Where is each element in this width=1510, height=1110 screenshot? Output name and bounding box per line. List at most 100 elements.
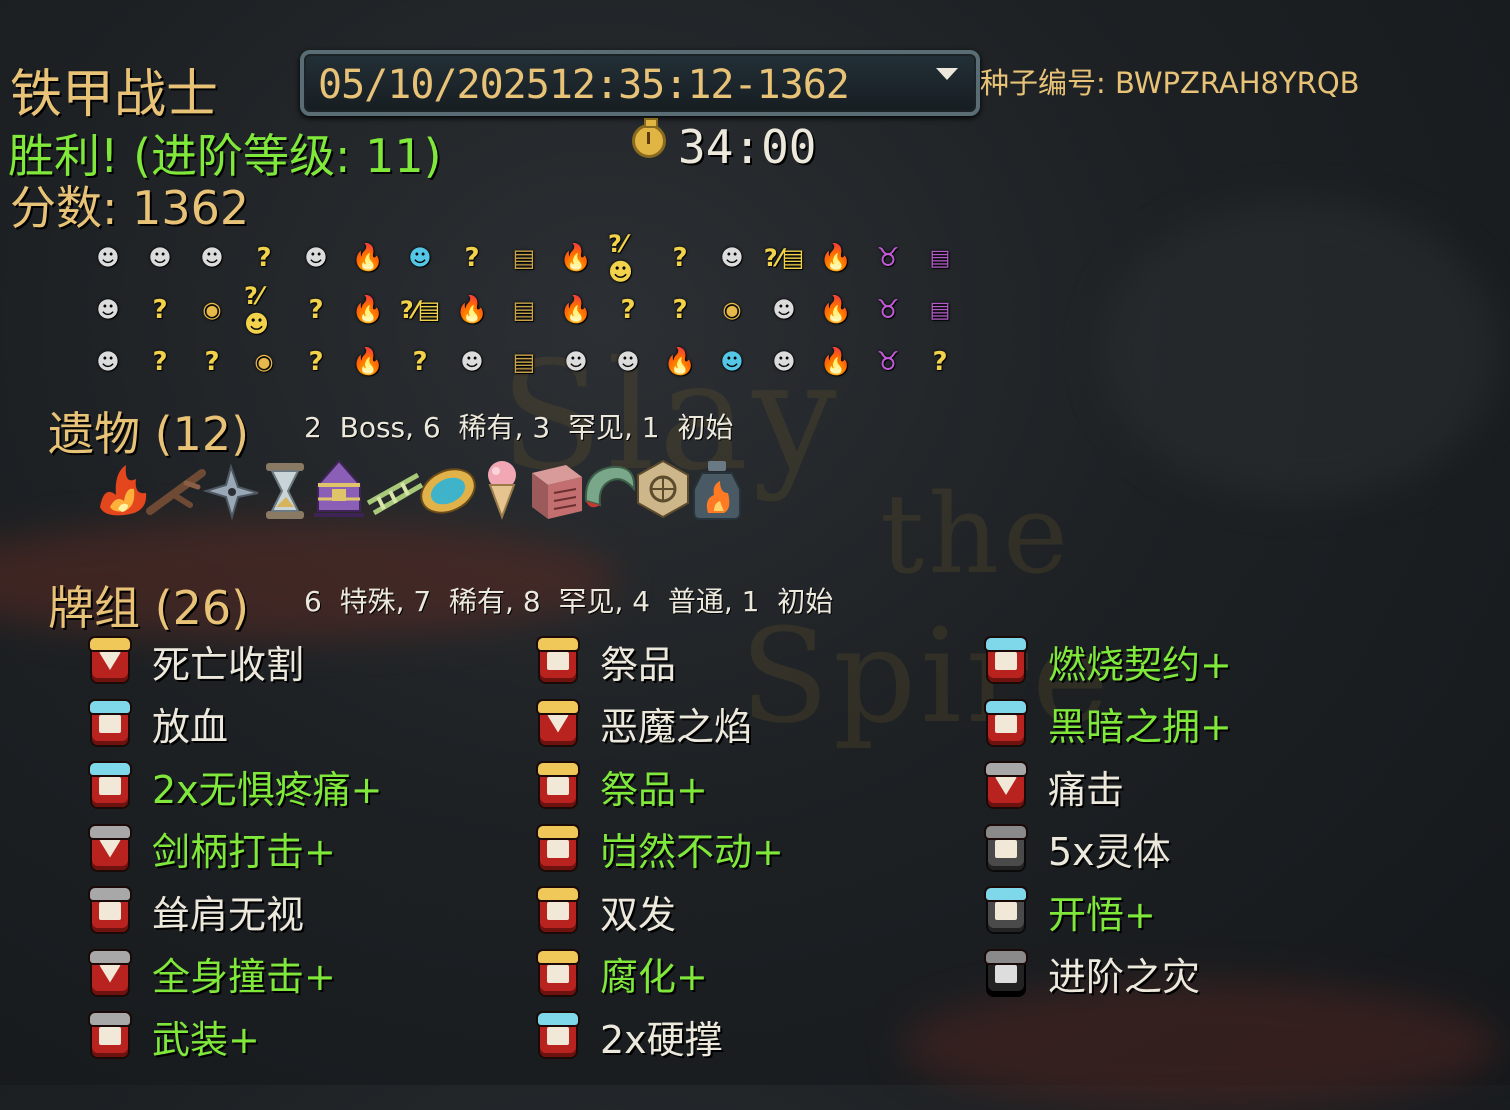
- map-node-treasure-icon[interactable]: ▤: [504, 342, 544, 382]
- map-node-unknown-icon[interactable]: ?: [140, 290, 180, 330]
- map-node-unknown-icon[interactable]: ?: [296, 342, 336, 382]
- map-node-unknown-icon[interactable]: ?: [608, 290, 648, 330]
- map-node-unknown-monster-icon[interactable]: ?⁄☻: [608, 230, 648, 286]
- deck-card[interactable]: 开悟+: [986, 886, 1156, 937]
- card-skill-icon: [986, 638, 1026, 684]
- deck-card[interactable]: 双发: [538, 886, 677, 937]
- map-node-chest-icon[interactable]: ▤: [920, 290, 960, 330]
- map-node-unknown-icon[interactable]: ?: [140, 342, 180, 382]
- map-node-unknown-icon[interactable]: ?: [296, 290, 336, 330]
- deck-card[interactable]: 武装+: [90, 1011, 260, 1062]
- deck-card[interactable]: 祭品: [538, 636, 677, 687]
- map-node-shop-icon[interactable]: ◉: [244, 342, 284, 382]
- map-node-monster-icon[interactable]: ☻: [140, 238, 180, 278]
- map-node-monster-icon[interactable]: ☻: [192, 238, 232, 278]
- card-name: 耸肩无视: [152, 892, 305, 937]
- card-name: 祭品+: [600, 767, 708, 812]
- map-node-rest-icon[interactable]: 🔥: [556, 238, 596, 278]
- map-node-elite-icon[interactable]: ☻: [400, 238, 440, 278]
- map-node-boss-icon[interactable]: ♉: [868, 238, 908, 278]
- card-name: 死亡收割: [152, 642, 305, 687]
- deck-card[interactable]: 剑柄打击+: [90, 824, 336, 874]
- card-attack-icon: [538, 700, 578, 747]
- run-dropdown-value: 05/10/202512:35:12-1362: [318, 62, 850, 108]
- map-node-unknown-icon[interactable]: ?: [192, 342, 232, 382]
- deck-card[interactable]: 燃烧契约+: [986, 636, 1232, 687]
- deck-card[interactable]: 腐化+: [538, 949, 708, 999]
- deck-card[interactable]: 痛击: [986, 761, 1125, 812]
- map-node-unknown-treasure-icon[interactable]: ?⁄▤: [400, 290, 441, 330]
- deck-card[interactable]: 放血: [90, 699, 228, 749]
- card-name: 进阶之灾: [1048, 955, 1201, 999]
- deck-summary: 6 特殊, 7 稀有, 8 罕见, 4 普通, 1 初始: [304, 585, 834, 618]
- map-node-unknown-monster-icon[interactable]: ?⁄☻: [244, 282, 284, 338]
- map-node-shop-icon[interactable]: ◉: [192, 290, 232, 330]
- deck-card[interactable]: 死亡收割: [90, 636, 305, 687]
- deck-card[interactable]: 全身撞击+: [90, 949, 336, 999]
- map-node-treasure-icon[interactable]: ▤: [504, 238, 544, 278]
- map-node-shop-icon[interactable]: ◉: [712, 290, 752, 330]
- deck-card[interactable]: 5x灵体: [986, 824, 1171, 874]
- card-skill-icon: [538, 763, 578, 809]
- map-node-monster-icon[interactable]: ☻: [556, 342, 596, 382]
- card-name: 武装+: [152, 1017, 260, 1062]
- map-node-rest-icon[interactable]: 🔥: [816, 342, 856, 382]
- card-name: 2x硬撑: [600, 1017, 723, 1062]
- deck-card[interactable]: 岿然不动+: [538, 824, 784, 874]
- map-node-monster-icon[interactable]: ☻: [452, 342, 492, 382]
- map-node-monster-icon[interactable]: ☻: [88, 290, 128, 330]
- map-node-monster-icon[interactable]: ☻: [608, 342, 648, 382]
- map-node-elite-icon[interactable]: ☻: [712, 342, 752, 382]
- map-node-unknown-treasure-icon[interactable]: ?⁄▤: [764, 238, 805, 278]
- map-node-rest-icon[interactable]: 🔥: [816, 290, 856, 330]
- card-skill-icon: [538, 825, 578, 872]
- run-time: 34:00: [678, 120, 817, 174]
- card-name: 祭品: [600, 642, 677, 687]
- chevron-down-icon[interactable]: [936, 68, 958, 80]
- deck-card[interactable]: 进阶之灾: [986, 949, 1200, 999]
- map-node-rest-icon[interactable]: 🔥: [348, 290, 388, 330]
- deck-card[interactable]: 2x无惧疼痛+: [90, 761, 383, 812]
- map-node-boss-icon[interactable]: ♉: [868, 342, 908, 382]
- bottled-flame-icon[interactable]: [684, 455, 750, 525]
- map-node-monster-icon[interactable]: ☻: [88, 238, 128, 278]
- map-node-unknown-icon[interactable]: ?: [400, 342, 440, 382]
- card-name: 黑暗之拥+: [1048, 705, 1232, 749]
- map-node-rest-icon[interactable]: 🔥: [348, 238, 388, 278]
- map-node-treasure-icon[interactable]: ▤: [504, 290, 544, 330]
- deck-card[interactable]: 祭品+: [538, 761, 708, 812]
- map-node-unknown-icon[interactable]: ?: [920, 342, 960, 382]
- map-node-rest-icon[interactable]: 🔥: [348, 342, 388, 382]
- deck-card[interactable]: 恶魔之焰: [538, 699, 752, 749]
- deck-card[interactable]: 2x硬撑: [538, 1011, 723, 1062]
- card-power-icon: [538, 950, 578, 997]
- map-node-unknown-icon[interactable]: ?: [452, 238, 492, 278]
- map-node-rest-icon[interactable]: 🔥: [452, 290, 492, 330]
- map-node-monster-icon[interactable]: ☻: [296, 238, 336, 278]
- card-attack-icon: [90, 950, 130, 997]
- card-skill-icon: [538, 1013, 578, 1059]
- map-node-chest-icon[interactable]: ▤: [920, 238, 960, 278]
- map-node-rest-icon[interactable]: 🔥: [660, 342, 700, 382]
- card-skill-icon: [538, 638, 578, 684]
- map-node-unknown-icon[interactable]: ?: [244, 238, 284, 278]
- map-node-unknown-icon[interactable]: ?: [660, 290, 700, 330]
- map-node-monster-icon[interactable]: ☻: [764, 342, 804, 382]
- card-skill-icon: [90, 1013, 130, 1059]
- map-node-monster-icon[interactable]: ☻: [712, 238, 752, 278]
- deck-card[interactable]: 黑暗之拥+: [986, 699, 1232, 749]
- deck-card[interactable]: 耸肩无视: [90, 886, 305, 937]
- map-node-rest-icon[interactable]: 🔥: [556, 290, 596, 330]
- map-node-rest-icon[interactable]: 🔥: [816, 238, 856, 278]
- card-power-icon: [90, 763, 130, 809]
- map-node-monster-icon[interactable]: ☻: [764, 290, 804, 330]
- card-attack-icon: [90, 638, 130, 684]
- map-node-unknown-icon[interactable]: ?: [660, 238, 700, 278]
- run-history-dropdown[interactable]: 05/10/202512:35:12-1362: [300, 50, 980, 116]
- map-node-boss-icon[interactable]: ♉: [868, 290, 908, 330]
- map-node-monster-icon[interactable]: ☻: [88, 342, 128, 382]
- card-name: 放血: [152, 705, 229, 749]
- card-name: 痛击: [1048, 767, 1125, 812]
- card-skill-icon: [90, 700, 130, 747]
- card-name: 双发: [600, 892, 677, 937]
